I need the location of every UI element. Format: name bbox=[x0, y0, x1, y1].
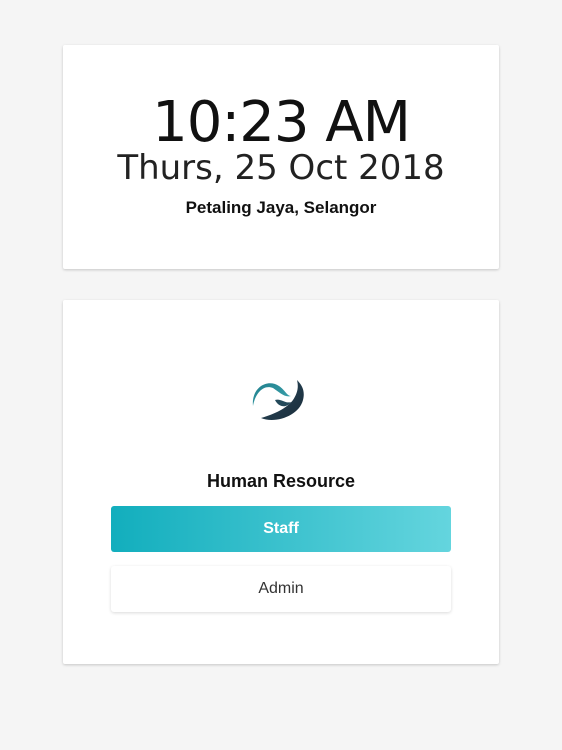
wave-swirl-logo-icon bbox=[249, 374, 311, 422]
clock-time: 10:23 AM bbox=[152, 90, 411, 155]
app-heading: Human Resource bbox=[206, 471, 356, 491]
logo-svg bbox=[252, 380, 304, 420]
login-card: Human Resource Staff Admin bbox=[63, 300, 499, 664]
clock-date: Thurs, 25 Oct 2018 bbox=[117, 148, 445, 188]
clock-card: 10:23 AM Thurs, 25 Oct 2018 Petaling Jay… bbox=[63, 45, 499, 269]
admin-button[interactable]: Admin bbox=[111, 566, 451, 612]
clock-location: Petaling Jaya, Selangor bbox=[185, 198, 377, 217]
staff-button[interactable]: Staff bbox=[111, 506, 451, 552]
